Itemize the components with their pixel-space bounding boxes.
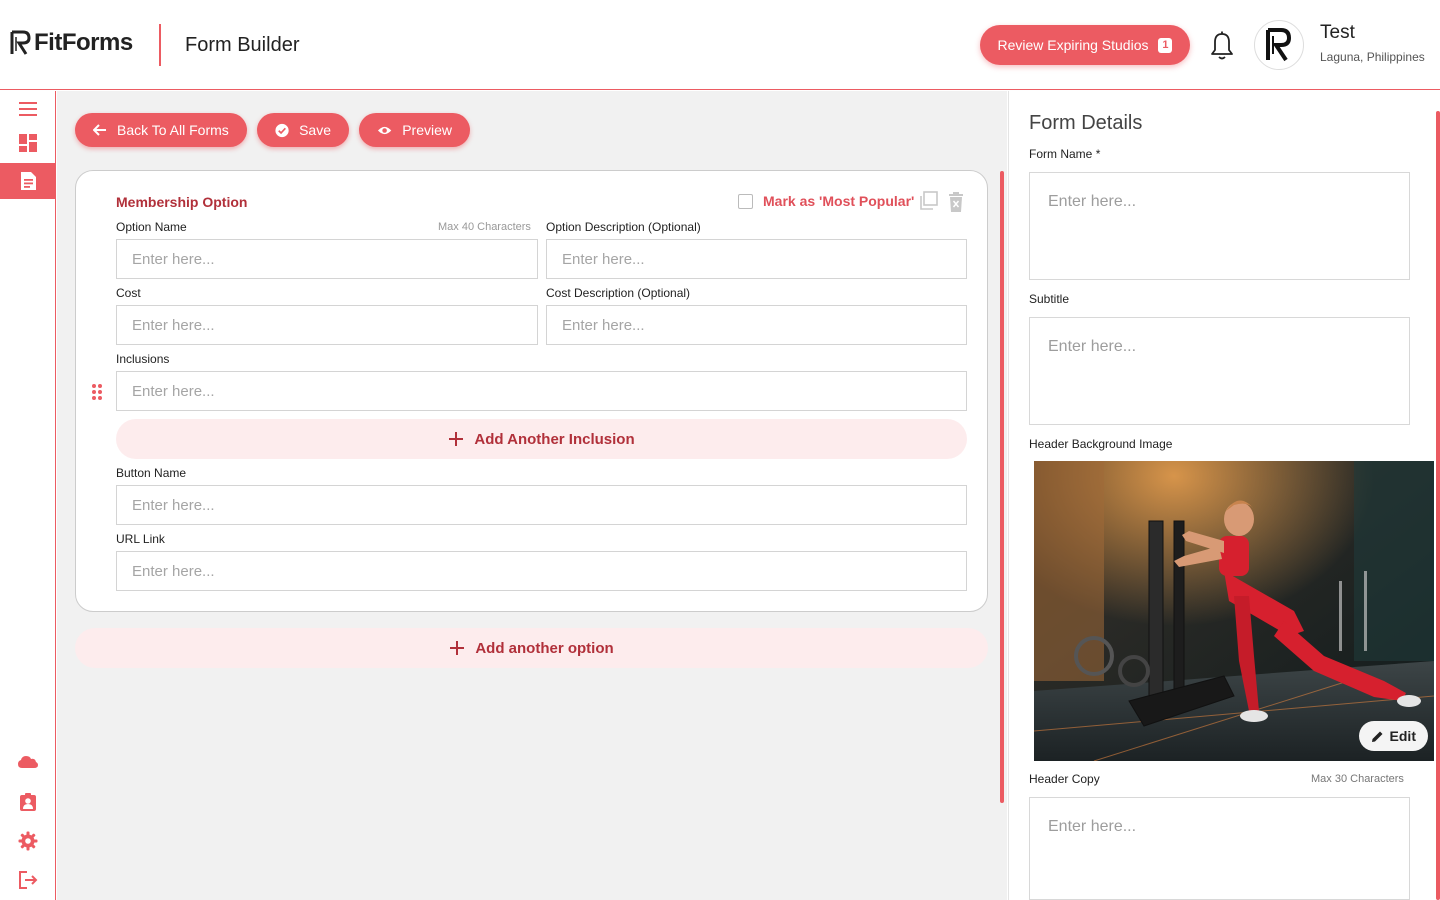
- header-background-image[interactable]: Edit: [1034, 461, 1434, 761]
- header-copy-label: Header Copy: [1029, 772, 1100, 786]
- settings-icon: [18, 831, 37, 851]
- sidebar: [0, 91, 56, 900]
- option-description-label: Option Description (Optional): [546, 220, 701, 234]
- panel-scrollbar[interactable]: [1436, 111, 1440, 900]
- sidebar-item-dashboard[interactable]: [0, 125, 55, 161]
- sidebar-item-forms[interactable]: [0, 163, 55, 199]
- sidebar-item-cloud[interactable]: [0, 744, 55, 780]
- header-copy-input[interactable]: [1029, 797, 1410, 900]
- option-description-input[interactable]: [546, 239, 967, 279]
- main-scrollbar[interactable]: [1000, 171, 1004, 803]
- form-details-title: Form Details: [1029, 112, 1143, 134]
- cost-description-label: Cost Description (Optional): [546, 286, 691, 300]
- sidebar-item-contacts[interactable]: [0, 784, 55, 820]
- back-to-all-forms-button[interactable]: Back To All Forms: [75, 113, 247, 147]
- save-button[interactable]: Save: [257, 113, 349, 147]
- fitforms-logo-icon: [10, 29, 32, 57]
- sidebar-item-menu[interactable]: [0, 91, 55, 127]
- form-details-panel: Form Details Form Name * Subtitle Header…: [1008, 91, 1440, 900]
- arrow-left-icon: [93, 124, 106, 136]
- button-name-input[interactable]: [116, 485, 967, 525]
- duplicate-icon[interactable]: [918, 191, 938, 213]
- url-link-input[interactable]: [116, 551, 967, 591]
- user-location: Laguna, Philippines: [1320, 50, 1425, 64]
- add-inclusion-label: Add Another Inclusion: [474, 430, 635, 448]
- cost-description-input[interactable]: [546, 305, 967, 345]
- sidebar-item-settings[interactable]: [0, 823, 55, 859]
- header-background-label: Header Background Image: [1029, 437, 1173, 451]
- review-button-label: Review Expiring Studios: [997, 37, 1149, 53]
- logout-icon: [18, 871, 37, 889]
- plus-icon: [449, 432, 464, 446]
- delete-icon[interactable]: [947, 191, 967, 213]
- membership-option-card: Membership Option Mark as 'Most Popular'…: [75, 170, 988, 612]
- gym-photo: [1034, 461, 1434, 761]
- option-card-title: Membership Option: [116, 194, 248, 210]
- notifications-bell-icon[interactable]: [1208, 30, 1236, 62]
- inclusions-label: Inclusions: [116, 352, 170, 366]
- subtitle-input[interactable]: [1029, 317, 1410, 425]
- most-popular-label: Mark as 'Most Popular': [763, 193, 915, 209]
- review-count-badge: 1: [1158, 37, 1173, 53]
- button-name-label: Button Name: [116, 466, 187, 480]
- form-name-label-text: Form Name: [1029, 147, 1093, 161]
- plus-icon: [450, 641, 465, 655]
- top-bar: FitForms Form Builder Review Expiring St…: [0, 0, 1440, 90]
- add-another-option-button[interactable]: Add another option: [75, 628, 988, 668]
- dashboard-icon: [18, 134, 37, 152]
- option-name-hint: Max 40 Characters: [438, 221, 531, 233]
- edit-button-label: Edit: [1389, 728, 1416, 744]
- most-popular-checkbox[interactable]: [738, 193, 753, 209]
- header-copy-hint: Max 30 Characters: [1311, 773, 1404, 785]
- forms-icon: [20, 172, 36, 190]
- form-name-label: Form Name *: [1029, 147, 1100, 161]
- form-name-input[interactable]: [1029, 172, 1410, 280]
- user-avatar[interactable]: [1254, 20, 1304, 70]
- contact-badge-icon: [19, 793, 36, 811]
- add-inclusion-button[interactable]: Add Another Inclusion: [116, 419, 967, 459]
- user-name: Test: [1320, 22, 1355, 43]
- brand-name: FitForms: [34, 29, 133, 56]
- cloud-icon: [17, 756, 38, 768]
- pencil-icon: [1371, 731, 1383, 742]
- cost-label: Cost: [116, 286, 141, 300]
- sidebar-item-logout[interactable]: [0, 862, 55, 898]
- drag-handle-icon[interactable]: [90, 383, 104, 401]
- back-button-label: Back To All Forms: [117, 122, 229, 138]
- add-option-label: Add another option: [475, 639, 614, 657]
- option-name-label: Option Name: [116, 220, 187, 234]
- eye-icon: [377, 126, 392, 134]
- edit-image-button[interactable]: Edit: [1358, 721, 1428, 751]
- menu-icon: [18, 102, 37, 116]
- header-divider: [159, 24, 161, 66]
- required-mark: *: [1095, 147, 1101, 161]
- cost-input[interactable]: [116, 305, 538, 345]
- save-button-label: Save: [299, 122, 331, 138]
- most-popular-toggle[interactable]: Mark as 'Most Popular': [738, 193, 914, 209]
- preview-button-label: Preview: [402, 122, 452, 138]
- review-expiring-studios-button[interactable]: Review Expiring Studios 1: [980, 25, 1190, 65]
- brand-logo[interactable]: FitForms: [10, 29, 133, 57]
- inclusion-input[interactable]: [116, 371, 967, 411]
- page-title: Form Builder: [185, 34, 300, 56]
- url-link-label: URL Link: [116, 532, 165, 546]
- form-builder-main: Back To All Forms Save Preview Membershi…: [57, 91, 1007, 900]
- avatar-logo-icon: [1266, 28, 1292, 62]
- subtitle-label: Subtitle: [1029, 292, 1070, 306]
- preview-button[interactable]: Preview: [359, 113, 470, 147]
- option-name-input[interactable]: [116, 239, 538, 279]
- check-circle-icon: [275, 123, 289, 137]
